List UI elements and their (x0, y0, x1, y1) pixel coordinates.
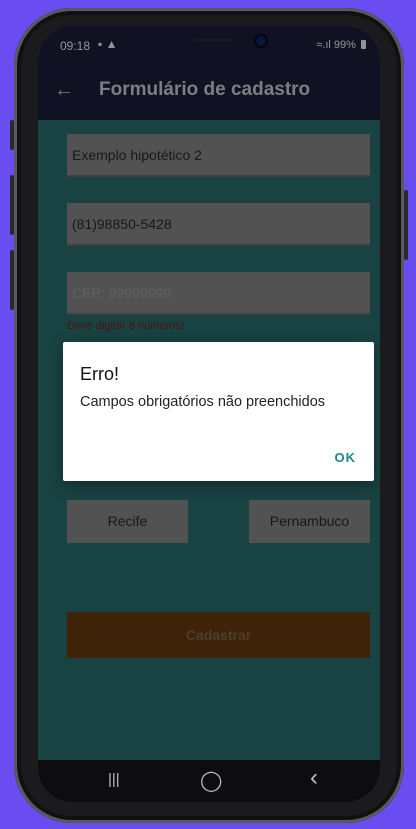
recents-icon[interactable]: ||| (108, 771, 120, 788)
nav-back-icon[interactable]: ‹ (310, 764, 318, 792)
dialog-message: Campos obrigatórios não preenchidos (80, 394, 326, 410)
power-button (404, 190, 408, 260)
side-button (10, 175, 14, 235)
dialog-title: Erro! (80, 364, 120, 384)
error-dialog: Erro! Campos obrigatórios não preenchido… (63, 342, 374, 481)
phone-screen: 09:18 ▪ ▲ ≈.ıl 99% ← Formulário de cadas… (38, 26, 380, 802)
volume-button (10, 120, 14, 150)
system-nav-bar: ||| ◯ ‹ (38, 760, 380, 802)
side-button (10, 250, 14, 310)
ok-button[interactable]: OK (335, 450, 357, 465)
home-icon[interactable]: ◯ (200, 768, 222, 793)
